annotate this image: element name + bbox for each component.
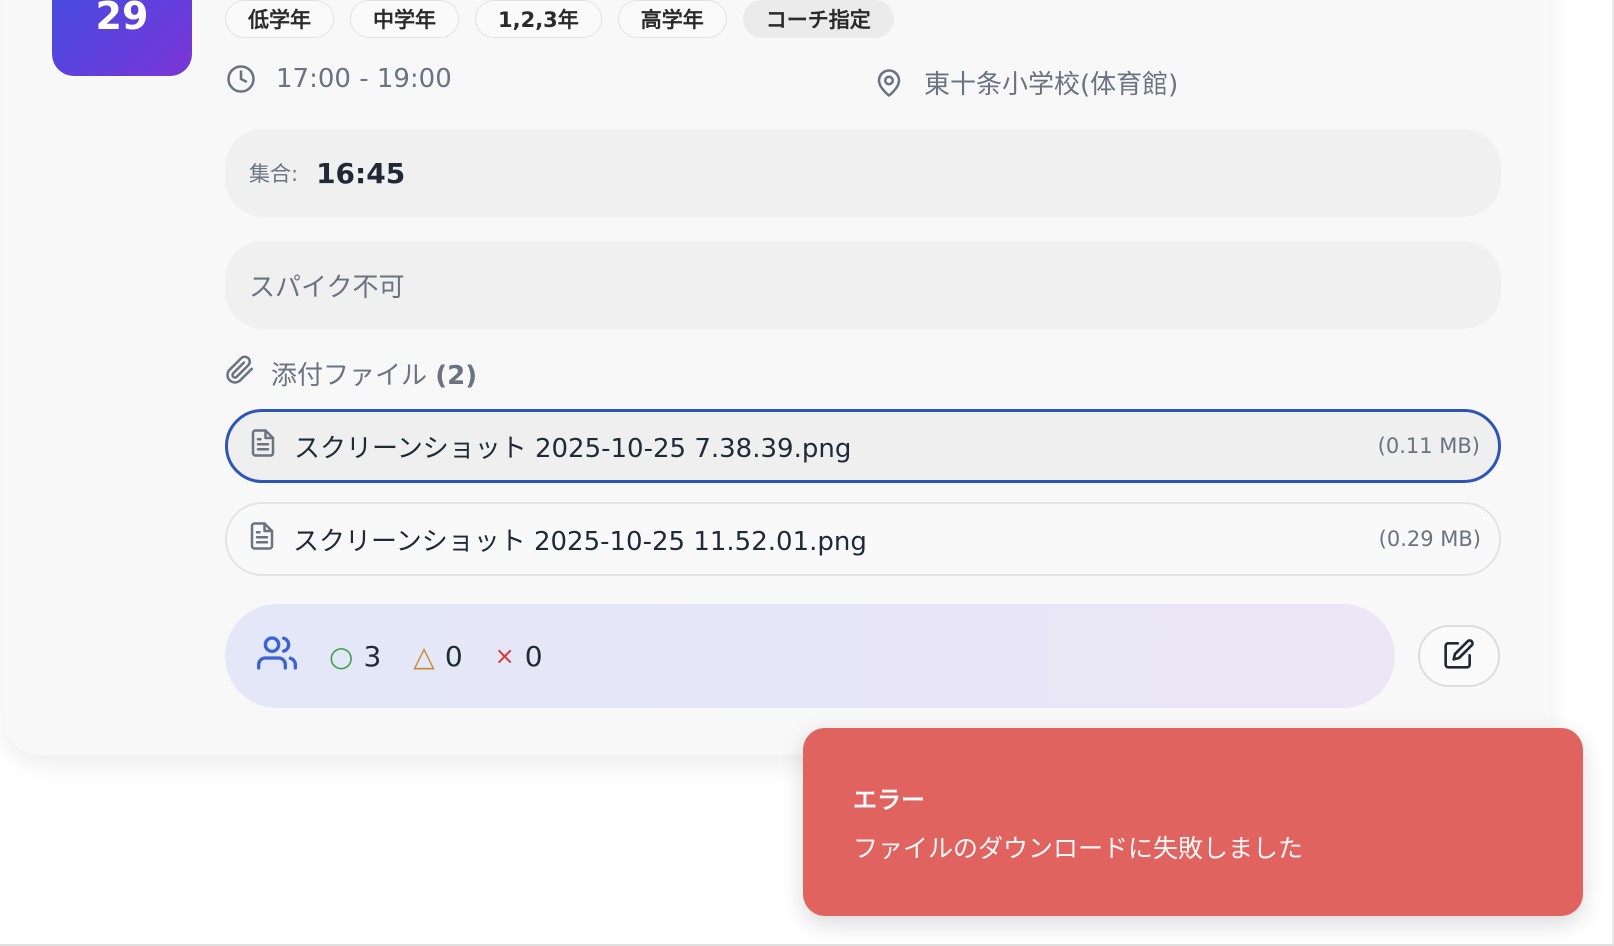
attachments-label: 添付ファイル bbox=[271, 361, 428, 391]
event-location: 東十条小学校(体育館) bbox=[874, 64, 1178, 101]
toast-title: エラー bbox=[853, 786, 925, 814]
file-name: スクリーンショット 2025-10-25 7.38.39.png bbox=[294, 433, 852, 464]
assembly-label: 集合: bbox=[249, 162, 299, 186]
attachment-file-1[interactable]: スクリーンショット 2025-10-25 7.38.39.png (0.11 M… bbox=[225, 409, 1501, 483]
error-toast[interactable]: エラー ファイルのダウンロードに失敗しました bbox=[803, 728, 1583, 916]
file-icon bbox=[248, 428, 278, 465]
edit-response-button[interactable] bbox=[1418, 625, 1500, 687]
tag-coach-assigned: コーチ指定 bbox=[742, 0, 894, 38]
tag-upper-grades: 高学年 bbox=[617, 0, 727, 38]
date-badge: 29 bbox=[52, 0, 192, 76]
clock-icon bbox=[226, 64, 256, 94]
event-time: 17:00 - 19:00 bbox=[226, 64, 452, 94]
edit-icon bbox=[1443, 638, 1475, 674]
paperclip-icon bbox=[225, 355, 255, 392]
response-maybe: △ 0 bbox=[413, 640, 462, 673]
file-icon bbox=[247, 521, 277, 558]
tag-middle-grades: 中学年 bbox=[350, 0, 459, 38]
yes-count: 3 bbox=[363, 639, 382, 673]
file-size: (0.11 MB) bbox=[1377, 434, 1480, 458]
note-box: スパイク不可 bbox=[225, 241, 1501, 329]
event-time-text: 17:00 - 19:00 bbox=[276, 64, 452, 94]
date-day: 29 bbox=[95, 0, 149, 38]
file-size: (0.29 MB) bbox=[1378, 527, 1481, 551]
file-name: スクリーンショット 2025-10-25 11.52.01.png bbox=[293, 526, 867, 557]
tag-lower-grades: 低学年 bbox=[225, 0, 334, 38]
maybe-symbol: △ bbox=[413, 639, 435, 673]
maybe-count: 0 bbox=[444, 639, 463, 673]
tag-list: 低学年 中学年 1,2,3年 高学年 コーチ指定 bbox=[225, 0, 894, 38]
no-count: 0 bbox=[524, 639, 543, 673]
response-yes: ○ 3 bbox=[329, 640, 381, 673]
attachments-count: (2) bbox=[435, 361, 478, 391]
event-note: スパイク不可 bbox=[249, 272, 405, 303]
no-symbol: × bbox=[494, 642, 515, 670]
attachment-file-2[interactable]: スクリーンショット 2025-10-25 11.52.01.png (0.29 … bbox=[225, 502, 1501, 576]
map-pin-icon bbox=[874, 68, 904, 98]
response-summary[interactable]: ○ 3 △ 0 × 0 bbox=[225, 604, 1395, 708]
assembly-time: 16:45 bbox=[316, 156, 406, 190]
event-location-text: 東十条小学校(体育館) bbox=[924, 70, 1179, 100]
yes-symbol: ○ bbox=[329, 639, 354, 673]
attachments-header: 添付ファイル (2) bbox=[225, 355, 477, 392]
users-icon bbox=[257, 633, 297, 680]
toast-message: ファイルのダウンロードに失敗しました bbox=[853, 834, 1304, 863]
response-no: × 0 bbox=[495, 640, 543, 673]
assembly-box: 集合: 16:45 bbox=[225, 129, 1501, 217]
tag-grades-123: 1,2,3年 bbox=[475, 0, 602, 38]
